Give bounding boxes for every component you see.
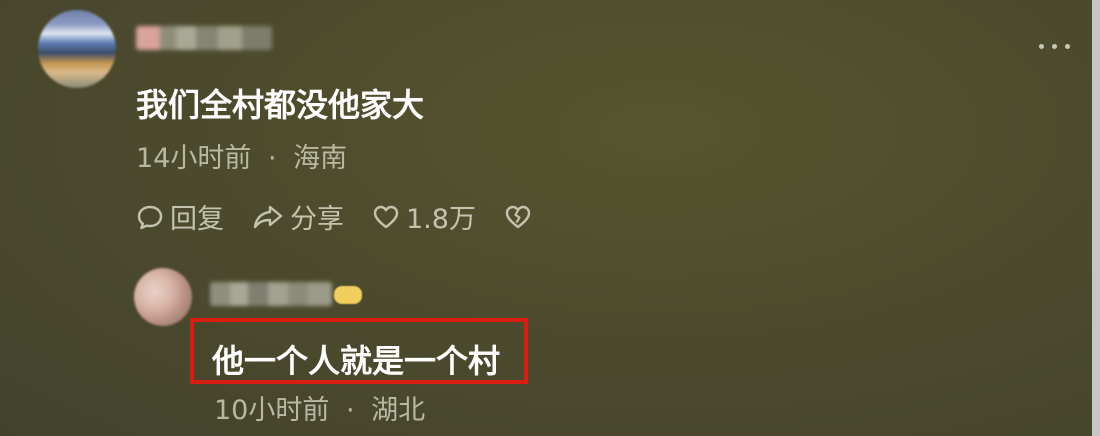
dot <box>1065 44 1070 49</box>
reply-button[interactable]: 回复 <box>136 197 224 236</box>
heart-icon <box>372 203 400 231</box>
user-badge-icon <box>334 286 362 304</box>
share-label: 分享 <box>290 204 344 235</box>
more-dots-icon[interactable] <box>1039 44 1070 49</box>
meta-separator: · <box>345 395 355 426</box>
reply-location: 湖北 <box>371 395 426 426</box>
comment-actions: 回复 分享 1.8万 <box>136 197 560 236</box>
reply-time: 10小时前 <box>214 395 330 426</box>
comment-text: 我们全村都没他家大 <box>136 86 425 124</box>
dot <box>1039 44 1044 49</box>
comment-meta: 14小时前 · 海南 <box>136 136 347 175</box>
comment-location: 海南 <box>293 143 348 174</box>
dot <box>1052 44 1057 49</box>
commenter-name-pixelated[interactable] <box>136 26 272 50</box>
reply-text: 他一个人就是一个村 <box>212 342 501 380</box>
commenter-avatar[interactable] <box>38 10 116 88</box>
replier-avatar[interactable] <box>134 268 192 326</box>
comment-thread: 我们全村都没他家大 14小时前 · 海南 回复 分享 1.8万 他一个人就是一个… <box>0 0 1100 436</box>
dislike-button[interactable] <box>504 203 532 231</box>
share-arrow-icon <box>252 203 284 231</box>
reply-label: 回复 <box>170 204 224 235</box>
replier-name-pixelated[interactable] <box>210 282 332 306</box>
share-button[interactable]: 分享 <box>252 197 344 236</box>
like-button[interactable]: 1.8万 <box>372 197 476 236</box>
comment-time: 14小时前 <box>136 143 252 174</box>
broken-heart-icon <box>504 203 532 231</box>
comment-bubble-icon <box>136 203 164 231</box>
reply-meta: 10小时前 · 湖北 <box>214 388 425 427</box>
meta-separator: · <box>267 143 277 174</box>
like-count: 1.8万 <box>406 204 476 235</box>
window-edge <box>1092 0 1100 436</box>
